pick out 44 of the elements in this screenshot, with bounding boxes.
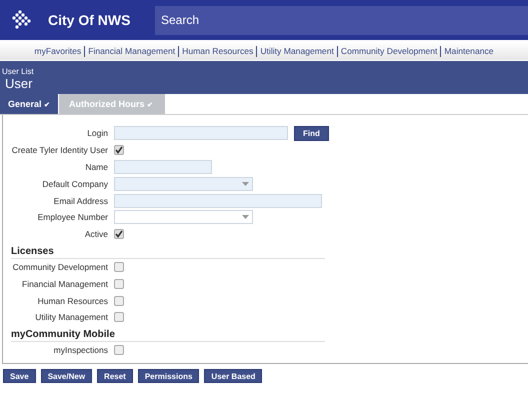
action-button[interactable]: User Based	[204, 369, 262, 383]
field-label: Employee Number	[36, 212, 108, 222]
nav-link[interactable]: Utility Management	[257, 46, 337, 56]
text-field[interactable]	[114, 194, 322, 208]
field-label: Email Address	[52, 196, 108, 206]
caret-icon	[242, 215, 249, 220]
dropdown[interactable]	[114, 210, 253, 224]
field-label: Login	[86, 128, 108, 138]
caret-icon	[242, 182, 249, 186]
field-label: Financial Management	[21, 278, 108, 289]
search-field[interactable]: Search	[155, 6, 528, 34]
nav-link[interactable]: myFavorites	[31, 46, 84, 56]
app-title: City Of NWS	[48, 12, 132, 28]
field-label: Utility Management	[34, 312, 108, 322]
action-button[interactable]: Save	[3, 369, 36, 383]
logo-icon	[12, 10, 32, 30]
breadcrumb-link[interactable]: User List	[2, 67, 528, 76]
field-label: Community Development	[12, 262, 108, 272]
text-field[interactable]	[114, 126, 288, 140]
nav-link[interactable]: Maintenance	[441, 46, 497, 56]
field-label: Active	[84, 229, 108, 240]
checkbox[interactable]	[114, 345, 124, 356]
nav-link[interactable]: Human Resources	[179, 46, 256, 56]
nav-link[interactable]: Community Development	[338, 46, 440, 56]
section-heading: Licenses	[11, 242, 325, 259]
field-label: Create Tyler Identity User	[10, 145, 108, 156]
field-label: Default Company	[41, 178, 108, 189]
action-button[interactable]: Permissions	[138, 369, 200, 383]
checkbox[interactable]	[114, 262, 124, 272]
checkbox[interactable]	[114, 296, 124, 306]
field-label: myInspections	[52, 345, 108, 356]
action-button[interactable]: Save/New	[40, 369, 92, 383]
checkbox[interactable]	[114, 278, 124, 289]
section-heading: myCommunity Mobile	[11, 326, 325, 342]
page-title: User	[5, 76, 34, 91]
checkbox[interactable]	[114, 145, 124, 156]
field-label: Human Resources	[36, 296, 108, 306]
action-button[interactable]: Reset	[97, 369, 133, 383]
text-field[interactable]	[114, 160, 212, 174]
nav-link[interactable]: Financial Management	[85, 46, 178, 56]
field-label: Name	[84, 162, 108, 172]
find-button[interactable]: Find	[294, 126, 329, 141]
checkbox[interactable]	[114, 312, 124, 322]
checkbox[interactable]	[114, 229, 124, 240]
